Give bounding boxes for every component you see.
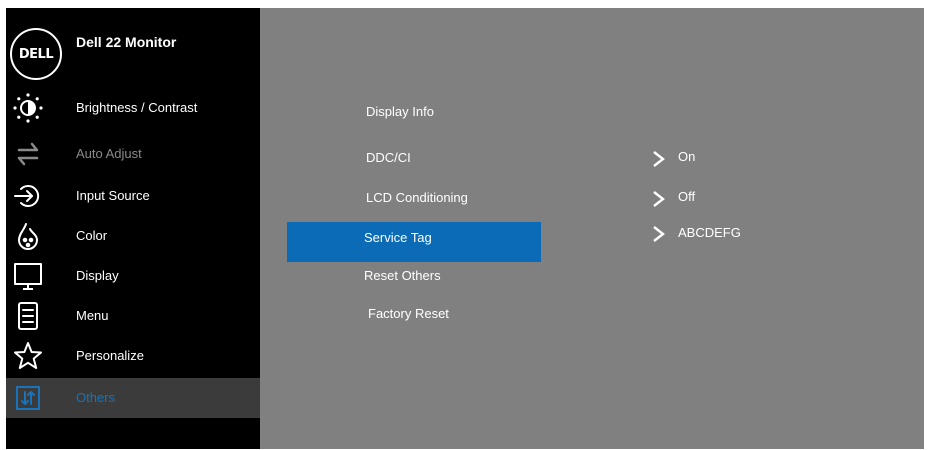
color-palette-icon [12,220,44,252]
submenu-item-service-tag[interactable]: Service Tag [364,230,432,245]
osd-header: DELL Dell 22 Monitor [6,8,260,88]
submenu-panel: Display Info DDC/CI LCD Conditioning Ser… [260,8,924,449]
chevron-right-icon [651,226,667,242]
monitor-title: Dell 22 Monitor [76,34,177,50]
sidebar-item-input-source[interactable]: Input Source [6,176,260,216]
auto-adjust-icon [12,138,44,170]
input-source-icon [12,180,44,212]
submenu-item-display-info[interactable]: Display Info [366,104,434,119]
chevron-right-icon [651,191,667,207]
sidebar-item-label: Input Source [76,188,150,203]
sidebar-item-auto-adjust[interactable]: Auto Adjust [6,134,260,174]
submenu-item-lcd-conditioning[interactable]: LCD Conditioning [366,190,468,205]
sidebar-item-label: Auto Adjust [76,146,142,161]
submenu-item-factory-reset[interactable]: Factory Reset [368,306,449,321]
sidebar-item-others[interactable]: Others [6,378,260,418]
sidebar-item-label: Personalize [76,348,144,363]
monitor-osd: DELL Dell 22 Monitor Brightness / Contra… [6,8,924,449]
dell-logo: DELL [10,28,62,80]
ddc-ci-value: On [678,149,696,164]
others-icon [12,382,44,414]
sidebar-item-color[interactable]: Color [6,216,260,256]
submenu-item-reset-others[interactable]: Reset Others [364,268,441,283]
sidebar-item-label: Brightness / Contrast [76,100,198,115]
brightness-icon [12,92,44,124]
star-icon [12,340,44,372]
sidebar: DELL Dell 22 Monitor Brightness / Contra… [6,8,260,449]
sidebar-item-label: Others [76,390,116,405]
sidebar-item-label: Menu [76,308,109,323]
lcd-conditioning-value: Off [678,189,696,204]
sidebar-item-label: Display [76,268,119,283]
menu-icon [12,300,44,332]
sidebar-item-display[interactable]: Display [6,256,260,296]
sidebar-item-label: Color [76,228,108,243]
sidebar-item-personalize[interactable]: Personalize [6,336,260,376]
submenu-item-ddc-ci[interactable]: DDC/CI [366,150,411,165]
sidebar-item-menu[interactable]: Menu [6,296,260,336]
chevron-right-icon [651,151,667,167]
display-icon [12,260,44,292]
sidebar-item-brightness-contrast[interactable]: Brightness / Contrast [6,88,260,128]
service-tag-value: ABCDEFG [678,225,741,240]
